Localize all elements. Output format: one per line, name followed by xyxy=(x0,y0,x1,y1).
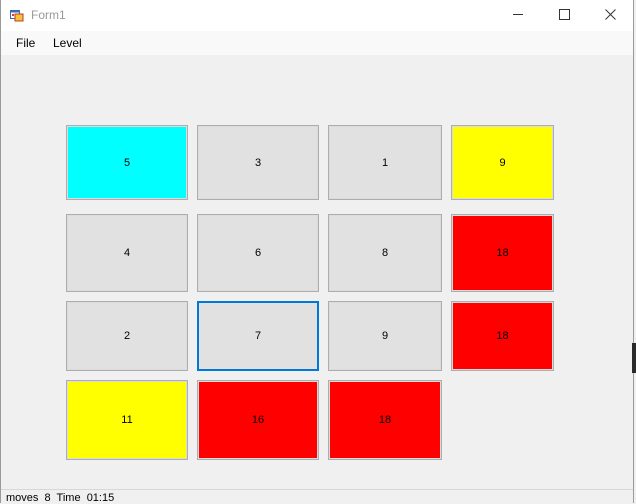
maximize-button[interactable] xyxy=(541,0,587,31)
tile-value: 9 xyxy=(499,156,506,169)
tile-value: 6 xyxy=(254,247,262,259)
tile-button-focused[interactable]: 7 xyxy=(197,301,319,371)
tile-value: 9 xyxy=(381,330,389,342)
tile-button[interactable]: 9 xyxy=(451,125,554,200)
tile-value: 7 xyxy=(254,330,262,342)
status-text: moves 8 Time 01:15 xyxy=(6,492,115,504)
tile-button[interactable]: 6 xyxy=(197,214,319,292)
menu-file[interactable]: File xyxy=(16,36,35,50)
tile-value: 18 xyxy=(496,330,509,342)
tile-value: 11 xyxy=(121,414,133,426)
main-window: Form1 File Level 5 3 1 9 4 6 8 18 2 7 9 … xyxy=(0,0,634,504)
background-window-edge xyxy=(632,343,636,373)
maximize-icon xyxy=(558,7,570,25)
close-icon xyxy=(604,7,616,25)
tile-button[interactable]: 18 xyxy=(328,380,442,460)
form-app-icon xyxy=(10,8,24,22)
tile-button[interactable]: 1 xyxy=(328,125,442,200)
tile-button[interactable]: 11 xyxy=(66,380,188,460)
tile-value: 18 xyxy=(378,414,392,426)
tile-button[interactable]: 5 xyxy=(66,125,188,200)
tile-value: 5 xyxy=(123,156,131,169)
minimize-icon xyxy=(512,7,524,25)
title-bar[interactable]: Form1 xyxy=(1,0,633,31)
tile-value: 3 xyxy=(254,156,262,169)
tile-button[interactable]: 9 xyxy=(328,301,442,371)
tile-value: 2 xyxy=(123,330,131,342)
tile-button[interactable]: 18 xyxy=(451,301,554,371)
tile-value: 4 xyxy=(123,247,131,259)
tile-value: 1 xyxy=(381,156,389,169)
menu-level[interactable]: Level xyxy=(53,36,82,50)
tile-value: 8 xyxy=(381,247,389,259)
tile-value: 18 xyxy=(496,247,509,259)
minimize-button[interactable] xyxy=(495,0,541,31)
tile-button[interactable]: 18 xyxy=(451,214,554,292)
tile-button[interactable]: 2 xyxy=(66,301,188,371)
status-bar: moves 8 Time 01:15 xyxy=(1,489,633,504)
window-title: Form1 xyxy=(31,8,66,22)
tile-button[interactable]: 4 xyxy=(66,214,188,292)
menu-bar: File Level xyxy=(1,31,633,55)
tile-button[interactable]: 16 xyxy=(197,380,319,460)
tile-button[interactable]: 8 xyxy=(328,214,442,292)
close-button[interactable] xyxy=(587,0,633,31)
tile-value: 16 xyxy=(251,414,265,426)
tile-button[interactable]: 3 xyxy=(197,125,319,200)
